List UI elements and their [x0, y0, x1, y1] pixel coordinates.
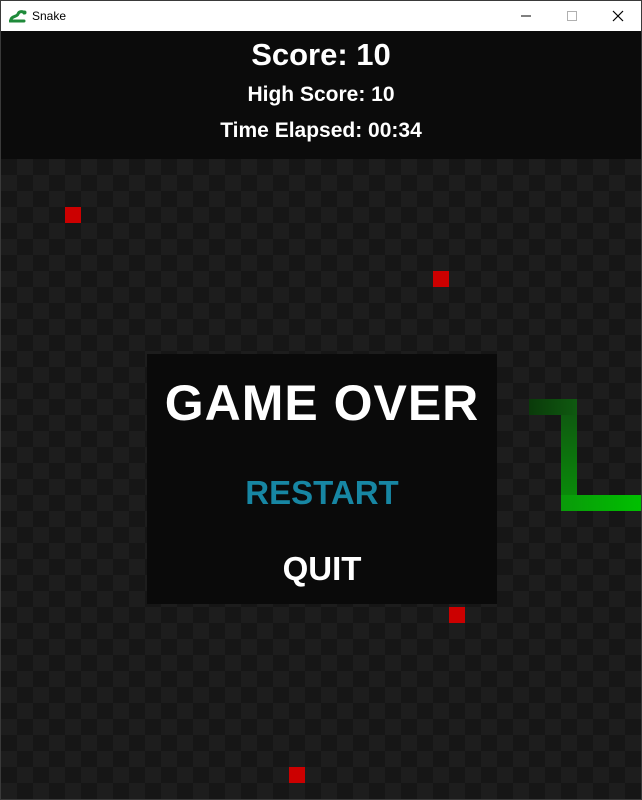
time-elapsed-label: Time Elapsed: 00:34	[220, 119, 422, 142]
snake-body	[561, 415, 577, 495]
scoreboard: Score: 10 High Score: 10 Time Elapsed: 0…	[1, 31, 641, 159]
high-score-label: High Score: 10	[247, 83, 395, 106]
close-button[interactable]	[595, 1, 641, 31]
restart-button[interactable]: RESTART	[242, 474, 402, 512]
food-item	[65, 207, 81, 223]
game-window: Snake Score: 10 High Score: 10 Time Elap…	[0, 0, 642, 800]
quit-button[interactable]: QUIT	[262, 550, 382, 588]
maximize-button[interactable]	[549, 1, 595, 31]
snake-head	[561, 495, 641, 511]
maximize-icon	[567, 11, 577, 21]
game-over-title: GAME OVER	[164, 375, 480, 431]
window-title: Snake	[32, 9, 67, 23]
snake-icon	[8, 8, 27, 24]
close-icon	[612, 10, 624, 22]
food-item	[449, 607, 465, 623]
score-label: Score: 10	[251, 37, 391, 72]
minimize-button[interactable]	[503, 1, 549, 31]
snake-tail	[529, 399, 577, 415]
minimize-icon	[521, 15, 531, 17]
game-over-dialog: GAME OVER RESTART QUIT	[147, 354, 497, 604]
title-bar[interactable]: Snake	[1, 1, 641, 31]
food-item	[289, 767, 305, 783]
food-item	[433, 271, 449, 287]
